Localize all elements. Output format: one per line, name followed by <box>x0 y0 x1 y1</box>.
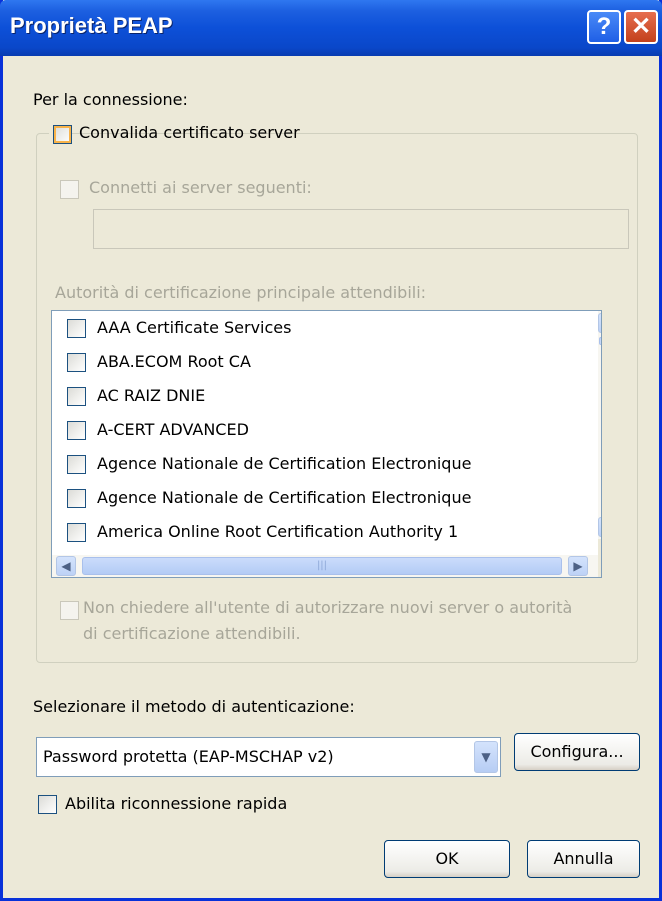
scroll-corner <box>598 539 601 577</box>
ca-item-label: America Online Root Certification Author… <box>97 522 459 541</box>
scroll-down-button[interactable]: ▼ <box>598 517 601 537</box>
no-prompt-label-line1: Non chiedere all'utente di autorizzare n… <box>83 598 573 617</box>
ca-list-item[interactable]: Agence Nationale de Certification Electr… <box>52 481 597 515</box>
auth-method-value: Password protetta (EAP-MSCHAP v2) <box>43 747 334 766</box>
ca-item-label: AC RAIZ DNIE <box>97 386 206 405</box>
close-button[interactable]: ✕ <box>624 10 658 44</box>
ca-item-label: A-CERT ADVANCED <box>97 420 249 439</box>
close-icon: ✕ <box>630 13 652 40</box>
validate-cert-option[interactable]: Convalida certificato server <box>49 121 300 147</box>
chevron-left-icon: ◀ <box>61 559 71 573</box>
ca-heading: Autorità di certificazione principale at… <box>55 283 427 302</box>
fast-reconnect-checkbox[interactable] <box>38 795 57 814</box>
fast-reconnect-label: Abilita riconnessione rapida <box>65 794 288 813</box>
ca-item-checkbox[interactable] <box>67 489 86 508</box>
ca-item-checkbox[interactable] <box>67 387 86 406</box>
ca-list-item[interactable]: AAA Certificate Services <box>52 311 597 345</box>
ca-item-checkbox[interactable] <box>67 455 86 474</box>
scroll-left-button[interactable]: ◀ <box>56 556 76 576</box>
horizontal-scrollbar[interactable]: ◀ ||| ▶ <box>52 555 598 577</box>
help-button[interactable]: ? <box>587 10 621 44</box>
ca-list-item[interactable]: Agence Nationale de Certification Electr… <box>52 447 597 481</box>
chevron-right-icon: ▶ <box>573 559 583 573</box>
grip-icon: ||| <box>316 560 328 571</box>
dropdown-arrow-icon[interactable]: ▼ <box>474 741 498 773</box>
ok-button[interactable]: OK <box>384 840 510 878</box>
connect-servers-label: Connetti ai server seguenti: <box>89 178 312 197</box>
cancel-button[interactable]: Annulla <box>527 840 640 878</box>
window-title: Proprietà PEAP <box>10 13 173 38</box>
vertical-scrollbar[interactable]: ▲ ▼ <box>598 311 601 539</box>
ca-list-item[interactable]: A-CERT ADVANCED <box>52 413 597 447</box>
no-prompt-checkbox[interactable] <box>60 601 79 620</box>
no-prompt-label-line2: di certificazione attendibili. <box>83 624 301 643</box>
help-icon: ? <box>596 13 612 40</box>
peap-properties-dialog: Proprietà PEAP ? ✕ Per la connessione: C… <box>0 0 662 901</box>
configure-button[interactable]: Configura... <box>514 733 640 771</box>
ca-item-checkbox[interactable] <box>67 353 86 372</box>
vertical-scroll-thumb[interactable] <box>599 337 601 345</box>
ca-list-item[interactable]: ABA.ECOM Root CA <box>52 345 597 379</box>
validate-cert-label: Convalida certificato server <box>79 123 300 142</box>
ca-item-label: AAA Certificate Services <box>97 318 292 337</box>
ca-item-label: Agence Nationale de Certification Electr… <box>97 454 472 473</box>
connection-heading: Per la connessione: <box>33 90 188 109</box>
title-bar[interactable]: Proprietà PEAP ? ✕ <box>0 0 662 56</box>
servers-input[interactable] <box>93 209 629 249</box>
validate-cert-checkbox[interactable] <box>53 125 72 144</box>
ca-list[interactable]: AAA Certificate Services ABA.ECOM Root C… <box>51 310 602 578</box>
ca-list-item[interactable]: AC RAIZ DNIE <box>52 379 597 413</box>
ca-item-checkbox[interactable] <box>67 421 86 440</box>
scroll-right-button[interactable]: ▶ <box>568 556 588 576</box>
ca-item-checkbox[interactable] <box>67 319 86 338</box>
chevron-down-icon: ▼ <box>481 750 491 764</box>
ca-item-label: Agence Nationale de Certification Electr… <box>97 488 472 507</box>
scroll-up-button[interactable]: ▲ <box>598 313 601 333</box>
auth-method-select[interactable]: Password protetta (EAP-MSCHAP v2) ▼ <box>36 737 501 777</box>
auth-method-heading: Selezionare il metodo di autenticazione: <box>33 697 355 716</box>
connect-servers-checkbox[interactable] <box>60 180 79 199</box>
ca-item-checkbox[interactable] <box>67 523 86 542</box>
ca-item-label: ABA.ECOM Root CA <box>97 352 251 371</box>
ca-list-item[interactable]: America Online Root Certification Author… <box>52 515 597 549</box>
horizontal-scroll-thumb[interactable]: ||| <box>82 557 562 575</box>
